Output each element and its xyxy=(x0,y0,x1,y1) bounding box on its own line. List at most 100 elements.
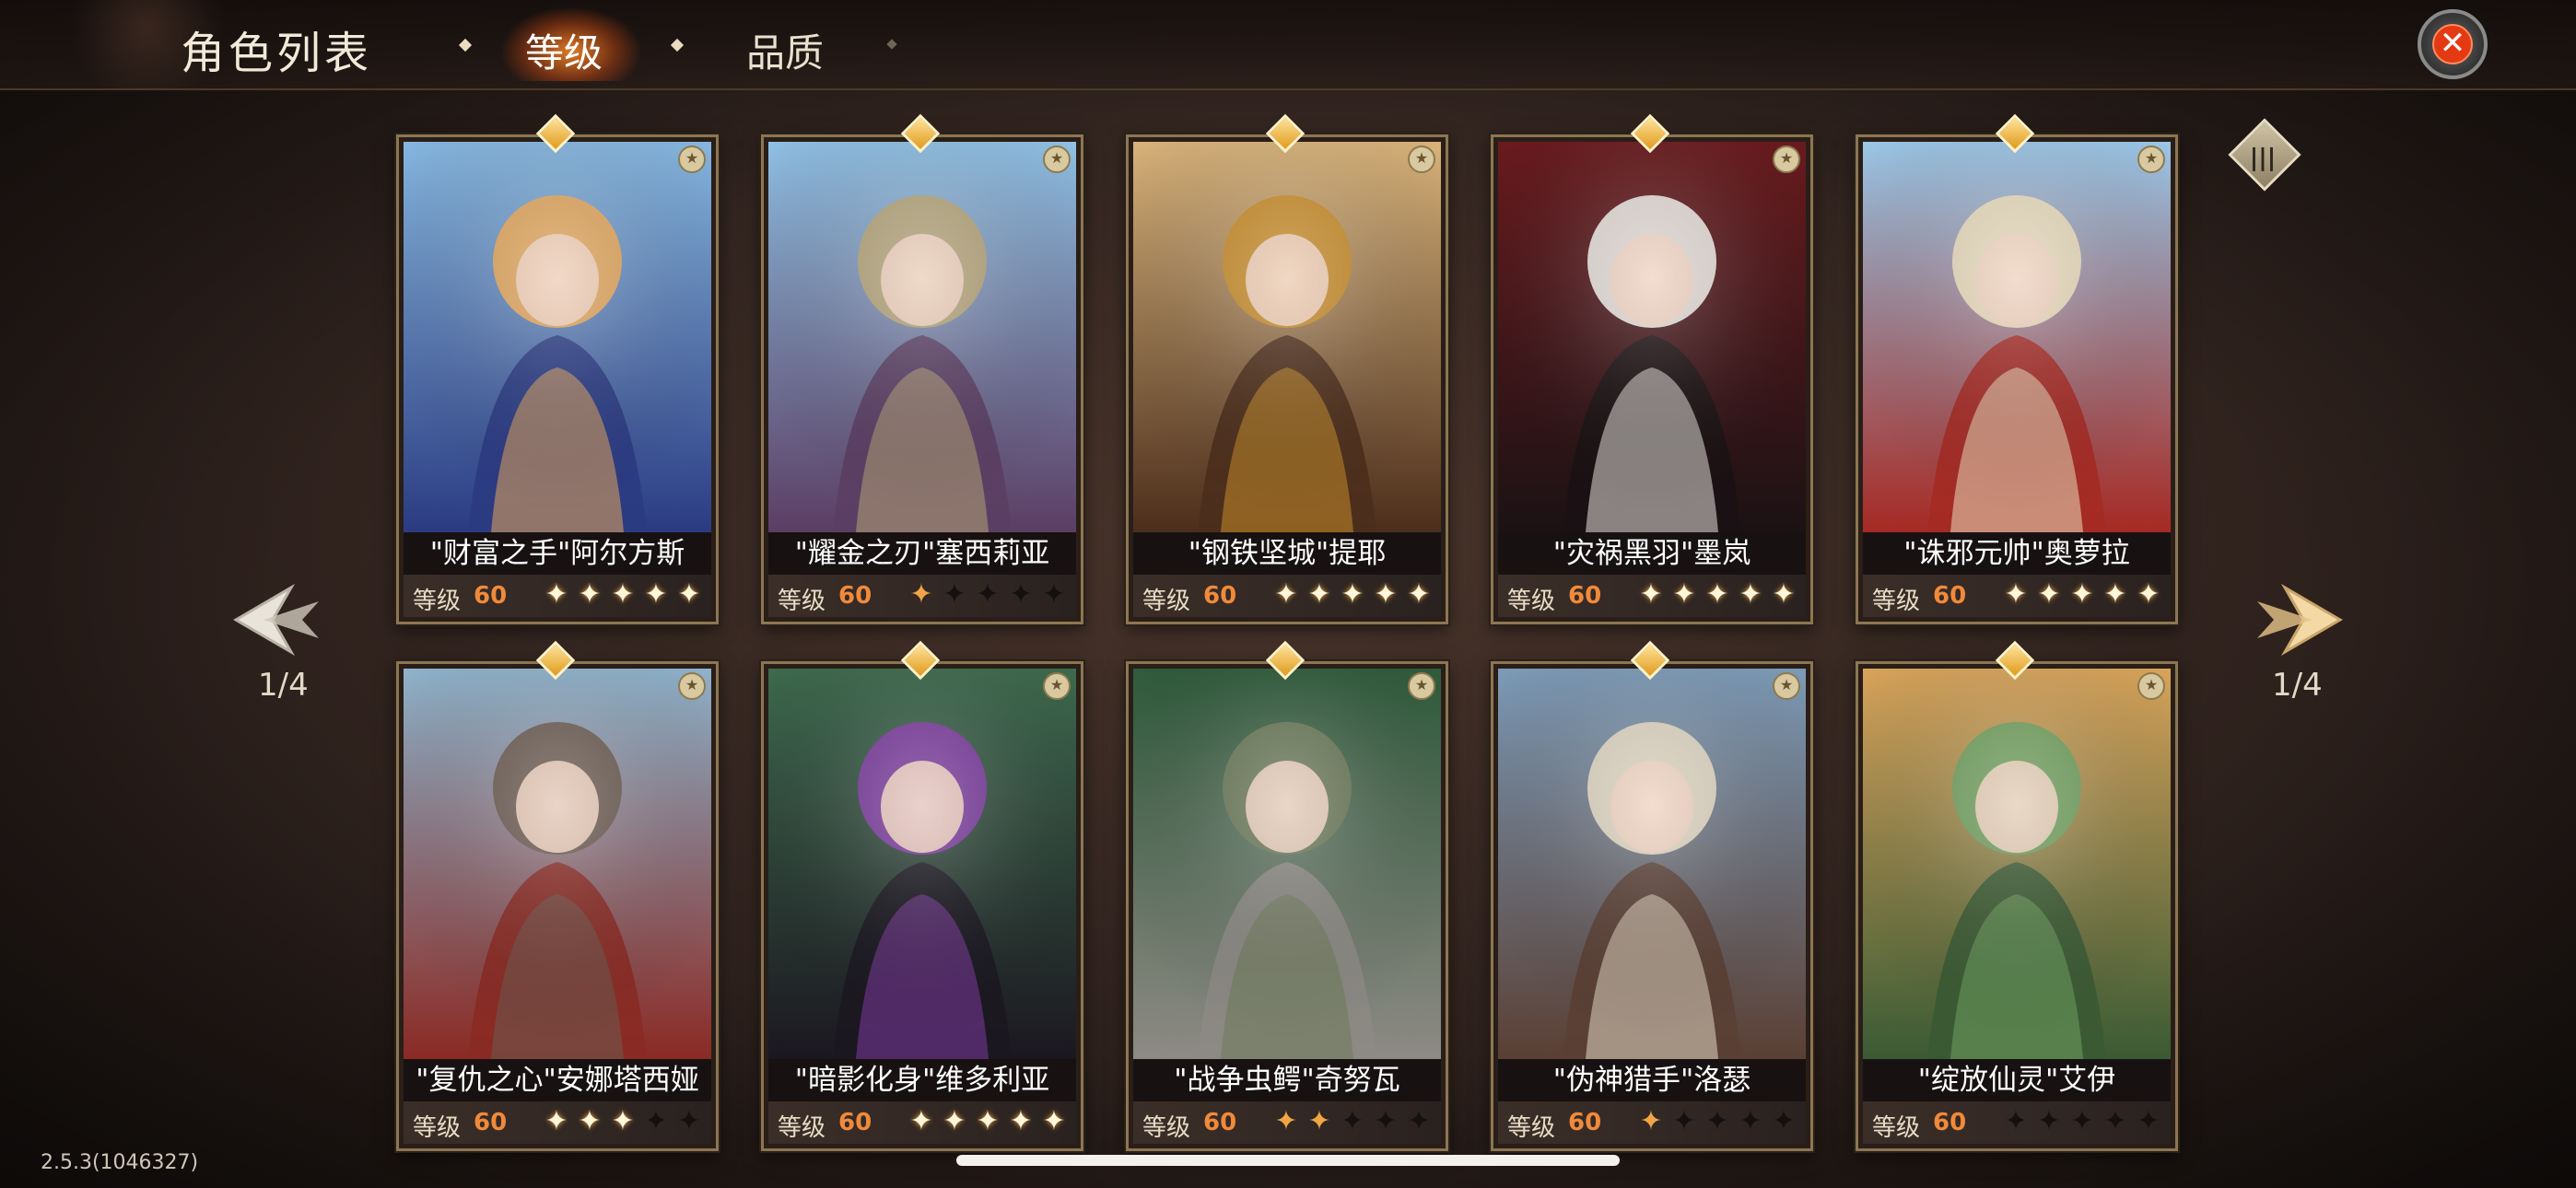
star-icon: ✦ xyxy=(578,578,602,611)
star-icon: ✦ xyxy=(943,578,966,611)
character-card[interactable]: ★ "暗影化身"维多利亚 等级 60 ✦ ✦ ✦ ✦ ✦ xyxy=(761,640,1083,1151)
star-icon: ✦ xyxy=(2004,578,2028,611)
level-value: 60 xyxy=(474,1109,508,1136)
version-label: 2.5.3(104632​7) xyxy=(41,1151,199,1174)
star-badge-icon: ★ xyxy=(1408,146,1435,173)
character-portrait xyxy=(404,142,711,532)
character-info-bar: 等级 60 ✦ ✦ ✦ ✦ ✦ xyxy=(768,575,1076,617)
level-label: 等级 xyxy=(1507,1114,1556,1142)
top-bar: 角色列表 等级 品质 xyxy=(0,0,2576,90)
star-icon: ✦ xyxy=(2137,578,2160,611)
character-portrait xyxy=(1133,142,1441,532)
star-icon: ✦ xyxy=(611,1105,635,1137)
character-portrait xyxy=(1498,142,1806,532)
level-label: 等级 xyxy=(1872,1114,1921,1142)
character-portrait xyxy=(1863,142,2171,532)
star-rating: ✦ ✦ ✦ ✦ ✦ xyxy=(1636,580,1798,610)
star-icon: ✦ xyxy=(644,578,668,611)
character-info-bar: 等级 60 ✦ ✦ ✦ ✦ ✦ xyxy=(1133,1101,1441,1144)
character-card[interactable]: ★ "绽放仙灵"艾伊 等级 60 ✦ ✦ ✦ ✦ ✦ xyxy=(1856,640,2178,1151)
level-value: 60 xyxy=(474,582,508,610)
star-icon: ✦ xyxy=(1374,578,1398,611)
star-icon: ✦ xyxy=(1274,578,1298,611)
star-rating: ✦ ✦ ✦ ✦ ✦ xyxy=(1271,580,1434,610)
star-rating: ✦ ✦ ✦ ✦ ✦ xyxy=(542,580,704,610)
star-icon: ✦ xyxy=(2070,1105,2094,1137)
star-icon: ✦ xyxy=(2103,1105,2127,1137)
level-value: 60 xyxy=(1203,1109,1237,1136)
character-name: "财富之手"阿尔方斯 xyxy=(404,532,711,575)
character-name: "绽放仙灵"艾伊 xyxy=(1863,1059,2171,1101)
star-rating: ✦ ✦ ✦ ✦ ✦ xyxy=(2001,580,2163,610)
star-badge-icon: ★ xyxy=(2137,146,2165,173)
character-card[interactable]: ★ "财富之手"阿尔方斯 等级 60 ✦ ✦ ✦ ✦ ✦ xyxy=(396,113,719,624)
page-indicator-left: 1/4 xyxy=(258,667,309,704)
level-value: 60 xyxy=(1568,582,1602,610)
star-badge-icon: ★ xyxy=(678,146,706,173)
star-icon: ✦ xyxy=(1772,1105,1796,1137)
character-info-bar: 等级 60 ✦ ✦ ✦ ✦ ✦ xyxy=(404,1101,711,1144)
star-icon: ✦ xyxy=(976,578,1000,611)
star-icon: ✦ xyxy=(1274,1105,1298,1137)
tab-level[interactable]: 等级 xyxy=(525,22,603,78)
star-icon: ✦ xyxy=(1639,578,1663,611)
star-icon: ✦ xyxy=(677,1105,701,1137)
level-value: 60 xyxy=(838,582,872,610)
character-card[interactable]: ★ "耀金之刃"塞西莉亚 等级 60 ✦ ✦ ✦ ✦ ✦ xyxy=(761,113,1083,624)
character-info-bar: 等级 60 ✦ ✦ ✦ ✦ ✦ xyxy=(1133,575,1441,617)
character-card[interactable]: ★ "钢铁坚城"提耶 等级 60 ✦ ✦ ✦ ✦ ✦ xyxy=(1126,113,1448,624)
star-icon: ✦ xyxy=(1705,1105,1729,1137)
close-icon: ✕ xyxy=(2432,24,2473,64)
level-value: 60 xyxy=(1933,1109,1967,1136)
star-icon: ✦ xyxy=(1042,578,1066,611)
star-icon: ✦ xyxy=(1341,578,1364,611)
star-icon: ✦ xyxy=(1009,578,1033,611)
character-card[interactable]: ★ "诛邪元帅"奥萝拉 等级 60 ✦ ✦ ✦ ✦ ✦ xyxy=(1856,113,2178,624)
star-icon: ✦ xyxy=(1407,1105,1431,1137)
character-card[interactable]: ★ "战争虫鳄"奇努瓦 等级 60 ✦ ✦ ✦ ✦ ✦ xyxy=(1126,640,1448,1151)
star-icon: ✦ xyxy=(644,1105,668,1137)
star-badge-icon: ★ xyxy=(1773,146,1800,173)
character-name: "钢铁坚城"提耶 xyxy=(1133,532,1441,575)
prev-page-arrow-icon[interactable] xyxy=(227,569,328,670)
star-icon: ✦ xyxy=(1374,1105,1398,1137)
level-label: 等级 xyxy=(1142,1114,1191,1142)
star-badge-icon: ★ xyxy=(1773,672,1800,700)
character-info-bar: 等级 60 ✦ ✦ ✦ ✦ ✦ xyxy=(404,575,711,617)
star-icon: ✦ xyxy=(2070,578,2094,611)
close-button[interactable]: ✕ xyxy=(2418,9,2488,79)
character-name: "灾祸黑羽"墨岚 xyxy=(1498,532,1806,575)
character-card[interactable]: ★ "伪神猎手"洛瑟 等级 60 ✦ ✦ ✦ ✦ ✦ xyxy=(1491,640,1813,1151)
character-name: "复仇之心"安娜塔西娅 xyxy=(404,1059,711,1101)
star-icon: ✦ xyxy=(1705,578,1729,611)
star-rating: ✦ ✦ ✦ ✦ ✦ xyxy=(907,1107,1069,1136)
view-toggle-button[interactable]: ||| xyxy=(2228,118,2301,192)
character-info-bar: 等级 60 ✦ ✦ ✦ ✦ ✦ xyxy=(1498,1101,1806,1144)
level-label: 等级 xyxy=(413,1114,462,1142)
star-icon: ✦ xyxy=(943,1105,966,1137)
star-icon: ✦ xyxy=(2004,1105,2028,1137)
star-rating: ✦ ✦ ✦ ✦ ✦ xyxy=(542,1107,704,1136)
next-page-arrow-icon[interactable] xyxy=(2248,569,2349,670)
star-badge-icon: ★ xyxy=(1043,672,1071,700)
character-card[interactable]: ★ "复仇之心"安娜塔西娅 等级 60 ✦ ✦ ✦ ✦ ✦ xyxy=(396,640,719,1151)
level-label: 等级 xyxy=(413,588,462,615)
grid-icon: ||| xyxy=(2249,144,2277,172)
tab-separator-dot xyxy=(886,39,897,50)
star-icon: ✦ xyxy=(976,1105,1000,1137)
star-icon: ✦ xyxy=(544,578,568,611)
tab-quality[interactable]: 品质 xyxy=(746,22,824,78)
level-value: 60 xyxy=(1568,1109,1602,1136)
character-portrait xyxy=(1863,669,2171,1059)
level-value: 60 xyxy=(1203,582,1237,610)
star-icon: ✦ xyxy=(1307,578,1331,611)
character-portrait xyxy=(768,142,1076,532)
character-card[interactable]: ★ "灾祸黑羽"墨岚 等级 60 ✦ ✦ ✦ ✦ ✦ xyxy=(1491,113,1813,624)
character-name: "暗影化身"维多利亚 xyxy=(768,1059,1076,1101)
level-label: 等级 xyxy=(1872,588,1921,615)
character-name: "伪神猎手"洛瑟 xyxy=(1498,1059,1806,1101)
star-rating: ✦ ✦ ✦ ✦ ✦ xyxy=(2001,1107,2163,1136)
tab-separator-dot xyxy=(458,38,473,52)
character-name: "耀金之刃"塞西莉亚 xyxy=(768,532,1076,575)
star-badge-icon: ★ xyxy=(678,672,706,700)
